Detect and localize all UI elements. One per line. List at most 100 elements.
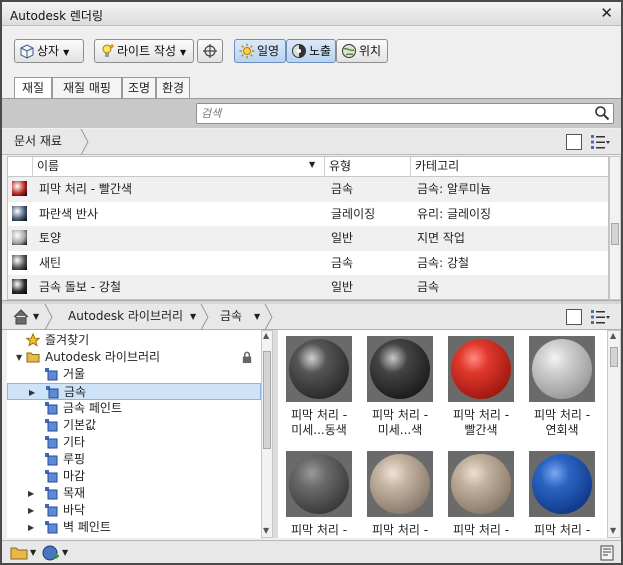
material-name: 토양 bbox=[39, 231, 62, 245]
table-row[interactable]: 금속 돌보 - 강철 일반 금속 bbox=[8, 275, 608, 299]
material-type: 일반 bbox=[331, 280, 354, 294]
material-name: 금속 돌보 - 강철 bbox=[39, 280, 122, 294]
library-icon bbox=[44, 520, 58, 534]
material-thumbnail[interactable]: 피막 처리 - 미세...동색 bbox=[280, 330, 358, 445]
tree-item[interactable]: ▶ 벽 페인트 bbox=[7, 519, 261, 536]
table-row[interactable]: 피막 처리 - 빨간색 금속 금속: 알루미늄 bbox=[8, 177, 608, 202]
header-name[interactable]: 이름 bbox=[33, 157, 325, 177]
list-view-icon[interactable] bbox=[590, 133, 610, 151]
material-type: 금속 bbox=[331, 182, 354, 196]
close-button[interactable]: ✕ bbox=[600, 4, 613, 22]
exposure-button[interactable]: 노출 bbox=[286, 39, 336, 63]
tree-item[interactable]: 기타 bbox=[7, 434, 261, 451]
material-label-line1: 피막 처리 - bbox=[371, 523, 429, 537]
breadcrumb-chevron-icon bbox=[80, 129, 89, 155]
library-view-toggle-button[interactable] bbox=[566, 309, 582, 325]
library-bar: ▼ Autodesk 라이브러리 ▼ 금속 ▼ bbox=[2, 304, 621, 330]
material-thumbnail[interactable]: 피막 처리 - bbox=[523, 445, 601, 538]
search-row bbox=[2, 98, 621, 128]
target-button[interactable] bbox=[197, 39, 223, 63]
library-icon bbox=[44, 503, 58, 517]
expander-icon[interactable]: ▶ bbox=[29, 384, 38, 401]
location-button[interactable]: 위치 bbox=[336, 39, 388, 63]
document-scrollbar[interactable] bbox=[609, 156, 621, 300]
material-thumbnail[interactable]: 피막 처리 - bbox=[442, 445, 520, 538]
tree-item[interactable]: 거울 bbox=[7, 366, 261, 383]
tab-material[interactable]: 재질 bbox=[14, 77, 52, 100]
material-sphere-preview bbox=[367, 336, 433, 402]
breadcrumb-chevron-icon bbox=[264, 304, 273, 330]
tree-item[interactable]: 기본값 bbox=[7, 417, 261, 434]
tree-item[interactable]: ▶ 목재 bbox=[7, 485, 261, 502]
tree-item[interactable]: ▶ 금속 bbox=[7, 383, 261, 400]
sort-arrow-icon[interactable]: ▼ bbox=[309, 160, 315, 169]
list-view-icon[interactable] bbox=[590, 308, 610, 326]
library-icon bbox=[44, 418, 58, 432]
tab-material-mapping[interactable]: 재질 매핑 bbox=[52, 77, 122, 99]
expander-icon[interactable]: ▼ bbox=[16, 349, 25, 366]
tree-item-label: 벽 페인트 bbox=[63, 520, 111, 534]
folder-chevron-icon[interactable]: ▼ bbox=[30, 548, 36, 557]
header-type[interactable]: 유형 bbox=[325, 157, 411, 177]
home-icon[interactable] bbox=[12, 308, 30, 326]
material-swatch bbox=[12, 181, 27, 196]
material-thumbnail[interactable]: 피막 처리 - 미세...색 bbox=[361, 330, 439, 445]
expander-icon[interactable]: ▶ bbox=[28, 502, 37, 519]
tree-item[interactable]: ▶ 바닥 bbox=[7, 502, 261, 519]
search-icon[interactable] bbox=[594, 105, 610, 121]
material-sphere-preview bbox=[529, 451, 595, 517]
create-light-button[interactable]: 라이트 작성 ▼ bbox=[94, 39, 194, 63]
scrollbar-thumb[interactable] bbox=[611, 223, 619, 245]
table-row[interactable]: 파란색 반사 글레이징 유리: 글레이징 bbox=[8, 202, 608, 227]
tree-item[interactable]: ▶ 벽돌 bbox=[7, 536, 261, 538]
header-category[interactable]: 카테고리 bbox=[411, 157, 608, 177]
metal-chevron-icon[interactable]: ▼ bbox=[254, 312, 260, 321]
sun-button[interactable]: 일영 bbox=[234, 39, 286, 63]
material-thumbnail[interactable]: 피막 처리 - 빨간색 bbox=[442, 330, 520, 445]
scroll-up-icon[interactable]: ▲ bbox=[263, 331, 269, 340]
expander-icon[interactable]: ▶ bbox=[28, 536, 37, 538]
table-row[interactable]: 토양 일반 지면 작업 bbox=[8, 226, 608, 251]
tab-lighting[interactable]: 조명 bbox=[122, 77, 156, 99]
tree-item[interactable]: 즐겨찾기 bbox=[7, 332, 261, 349]
library-icon bbox=[44, 469, 58, 483]
table-row[interactable]: 새틴 금속 금속: 강철 bbox=[8, 251, 608, 276]
view-toggle-button[interactable] bbox=[566, 134, 582, 150]
library-folder-icon[interactable] bbox=[10, 545, 28, 561]
tree-item[interactable]: ▼ Autodesk 라이브러리 bbox=[7, 349, 261, 366]
create-material-icon[interactable] bbox=[42, 544, 60, 562]
tree-item[interactable]: 마감 bbox=[7, 468, 261, 485]
create-chevron-icon[interactable]: ▼ bbox=[62, 548, 68, 557]
document-materials-breadcrumb[interactable]: 문서 재료 bbox=[14, 129, 62, 155]
tree-item[interactable]: 금속 페인트 bbox=[7, 400, 261, 417]
scroll-up-icon[interactable]: ▲ bbox=[610, 331, 616, 340]
library-breadcrumb-metal[interactable]: 금속 bbox=[220, 304, 242, 330]
material-thumbnail[interactable]: 피막 처리 - bbox=[280, 445, 358, 538]
material-name: 새틴 bbox=[39, 255, 62, 270]
create-light-label: 라이트 작성 bbox=[117, 44, 177, 58]
material-swatch bbox=[12, 254, 27, 270]
box-dropdown-button[interactable]: 상자 ▼ bbox=[14, 39, 84, 63]
expander-icon[interactable]: ▶ bbox=[28, 519, 37, 536]
scrollbar-thumb[interactable] bbox=[610, 347, 618, 367]
expander-icon[interactable]: ▶ bbox=[28, 485, 37, 502]
tree-item[interactable]: 루핑 bbox=[7, 451, 261, 468]
scrollbar-thumb[interactable] bbox=[263, 351, 271, 449]
tab-environment[interactable]: 환경 bbox=[156, 77, 190, 99]
tree-scrollbar[interactable]: ▲ ▼ bbox=[261, 330, 273, 538]
library-chevron-icon[interactable]: ▼ bbox=[190, 312, 196, 321]
material-thumbnail[interactable]: 피막 처리 - bbox=[361, 445, 439, 538]
location-label: 위치 bbox=[359, 44, 382, 58]
header-swatch bbox=[8, 157, 33, 177]
material-thumbnail[interactable]: 피막 처리 - 연회색 bbox=[523, 330, 601, 445]
editor-panel-icon[interactable] bbox=[600, 545, 614, 561]
material-label-line2: 미세...동색 bbox=[291, 423, 347, 437]
library-breadcrumb-root[interactable]: Autodesk 라이브러리 bbox=[68, 304, 183, 330]
home-chevron-icon[interactable]: ▼ bbox=[33, 312, 39, 321]
scroll-down-icon[interactable]: ▼ bbox=[610, 526, 616, 535]
grid-scrollbar[interactable]: ▲ ▼ bbox=[607, 330, 621, 538]
library-icon bbox=[44, 367, 58, 381]
tree-item-label: 마감 bbox=[63, 469, 86, 483]
scroll-down-icon[interactable]: ▼ bbox=[263, 526, 269, 535]
search-input[interactable] bbox=[201, 106, 586, 121]
